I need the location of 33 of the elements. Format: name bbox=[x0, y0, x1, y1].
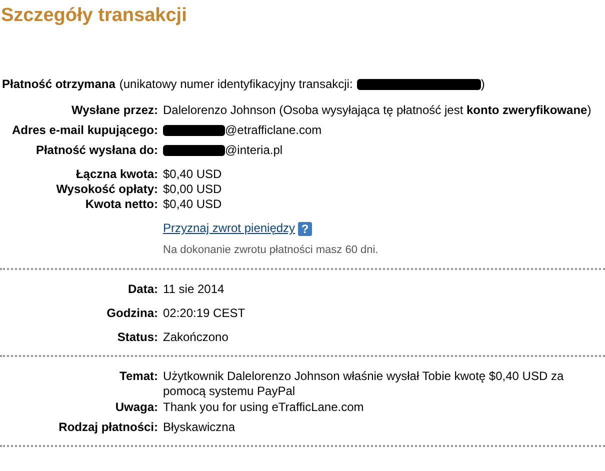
closing-parenthesis: ) bbox=[480, 77, 485, 91]
field-value: Błyskawiczna bbox=[162, 420, 236, 435]
field-value: 11 sie 2014 bbox=[162, 282, 224, 297]
field-value: Użytkownik Dalelorenzo Johnson właśnie wysłał Tobie kwotę $0,40 USD za pomocą systemu PayPal bbox=[162, 369, 565, 399]
help-icon[interactable]: ? bbox=[298, 222, 312, 236]
field-value: Zakończono bbox=[162, 330, 228, 345]
field-label: Adres e-mail kupującego: bbox=[10, 123, 158, 138]
field-value: Dalelorenzo Johnson (Osoba wysyłająca tę płatność jest konto zweryfikowane) bbox=[162, 103, 592, 118]
field-label: Wysłane przez: bbox=[70, 103, 158, 118]
refund-link[interactable]: Przyznaj zwrot pieniędzy bbox=[163, 221, 296, 235]
received-label: Płatność otrzymana bbox=[2, 77, 116, 91]
field-label: Rodzaj płatności: bbox=[58, 420, 158, 435]
field-label: Status: bbox=[116, 330, 158, 345]
field-label: Wysokość opłaty: bbox=[55, 182, 158, 197]
field-value: $0,40 USD bbox=[162, 197, 222, 212]
email-domain: @interia.pl bbox=[225, 143, 283, 157]
field-label: Temat: bbox=[118, 369, 158, 385]
email-domain: @etrafficlane.com bbox=[225, 123, 322, 137]
page-title: Szczegóły transakcji bbox=[0, 4, 188, 28]
refund-note: Na dokonanie zwrotu płatności masz 60 dni. bbox=[162, 243, 378, 258]
field-label: Data: bbox=[126, 282, 158, 297]
field-label: Godzina: bbox=[106, 306, 158, 321]
field-value: 02:20:19 CEST bbox=[162, 306, 246, 321]
field-value: $0,00 USD bbox=[162, 182, 222, 197]
field-label: Kwota netto: bbox=[84, 197, 158, 212]
redaction-mark bbox=[163, 125, 225, 136]
field-label: Łączna kwota: bbox=[74, 167, 158, 182]
field-label: Uwaga: bbox=[114, 400, 158, 415]
transaction-id-text: (unikatowy numer identyfikacyjny transakcji: bbox=[119, 77, 353, 91]
field-value: Thank you for using eTrafficLane.com bbox=[162, 400, 364, 415]
field-value: $0,40 USD bbox=[162, 167, 222, 182]
field-label: Płatność wysłana do: bbox=[34, 143, 158, 158]
redaction-mark bbox=[163, 145, 225, 156]
